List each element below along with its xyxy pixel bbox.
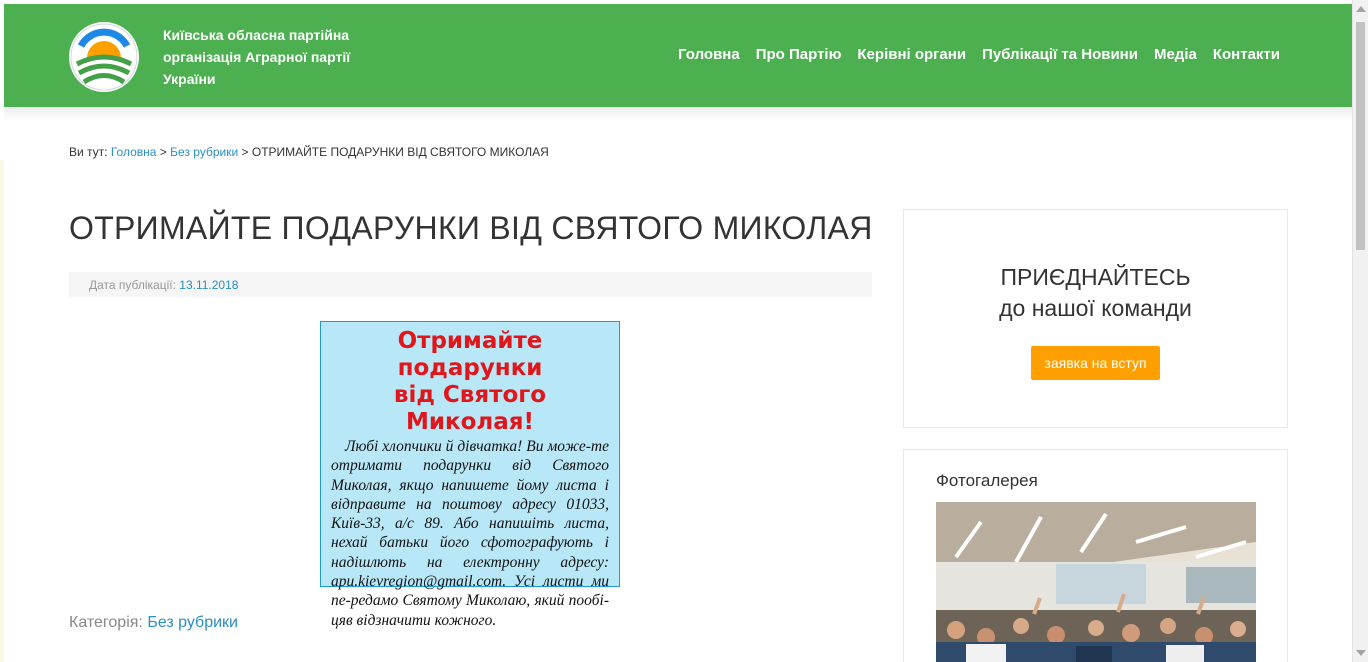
nav-item-about[interactable]: Про Партію — [756, 46, 842, 63]
category-label: Категорія: — [69, 614, 143, 631]
poster-heading-line: Отримайте подарунки — [397, 328, 543, 381]
nav-item-leadership[interactable]: Керівні органи — [857, 46, 966, 63]
breadcrumb: Ви тут: Головна > Без рубрики > ОТРИМАЙТ… — [69, 145, 549, 159]
breadcrumb-separator: > — [159, 145, 167, 159]
breadcrumb-current: ОТРИМАЙТЕ ПОДАРУНКИ ВІД СВЯТОГО МИКОЛАЯ — [251, 145, 549, 159]
gallery-photo[interactable] — [936, 502, 1256, 662]
poster-heading-line: від Святого Миколая! — [393, 382, 547, 435]
breadcrumb-link-category[interactable]: Без рубрики — [170, 145, 238, 159]
main-nav: Головна Про Партію Керівні органи Публік… — [678, 46, 1280, 63]
join-widget: ПРИЄДНАЙТЕСЬ до нашої команди заявка на … — [903, 209, 1288, 428]
poster-body-text: Любі хлопчики й дівчатка! Ви може-те отр… — [331, 438, 609, 629]
scrollbar-thumb[interactable] — [1356, 22, 1365, 250]
nav-item-news[interactable]: Публікації та Новини — [982, 46, 1138, 63]
gallery-widget: Фотогалерея — [903, 449, 1288, 662]
nav-item-media[interactable]: Медіа — [1154, 46, 1197, 63]
gallery-title: Фотогалерея — [936, 471, 1038, 490]
date-label: Дата публікації: — [89, 278, 176, 292]
header-shadow — [4, 107, 1352, 121]
post-poster-image: Отримайте подарунки від Святого Миколая!… — [320, 321, 620, 629]
page-scrollbar[interactable] — [1352, 0, 1368, 662]
join-title: ПРИЄДНАЙТЕСЬ до нашої команди — [904, 262, 1287, 324]
nav-item-contacts[interactable]: Контакти — [1213, 46, 1280, 63]
nav-item-home[interactable]: Головна — [678, 46, 740, 63]
page-title: ОТРИМАЙТЕ ПОДАРУНКИ ВІД СВЯТОГО МИКОЛАЯ — [69, 210, 873, 246]
breadcrumb-prefix: Ви тут: — [69, 145, 108, 159]
site-header: Київська обласна партійна організація Аг… — [4, 4, 1352, 107]
category-link[interactable]: Без рубрики — [147, 614, 238, 631]
site-title[interactable]: Київська обласна партійна організація Аг… — [163, 24, 393, 90]
publish-date-link[interactable]: 13.11.2018 — [179, 278, 238, 292]
scroll-up-arrow-icon[interactable] — [1356, 6, 1366, 12]
post-meta: Дата публікації: 13.11.2018 — [69, 272, 872, 297]
page-edge-strip — [0, 160, 4, 662]
join-application-button[interactable]: заявка на вступ — [1031, 346, 1160, 380]
scroll-down-arrow-icon[interactable] — [1356, 650, 1366, 656]
join-title-line: ПРИЄДНАЙТЕСЬ — [1000, 264, 1191, 290]
breadcrumb-separator: > — [241, 145, 249, 159]
poster-heading: Отримайте подарунки від Святого Миколая! — [331, 328, 609, 436]
breadcrumb-link-home[interactable]: Головна — [111, 145, 157, 159]
party-sun-logo-icon[interactable] — [69, 22, 139, 92]
join-title-line: до нашої команди — [999, 295, 1192, 321]
post-category: Категорія: Без рубрики — [69, 614, 238, 632]
